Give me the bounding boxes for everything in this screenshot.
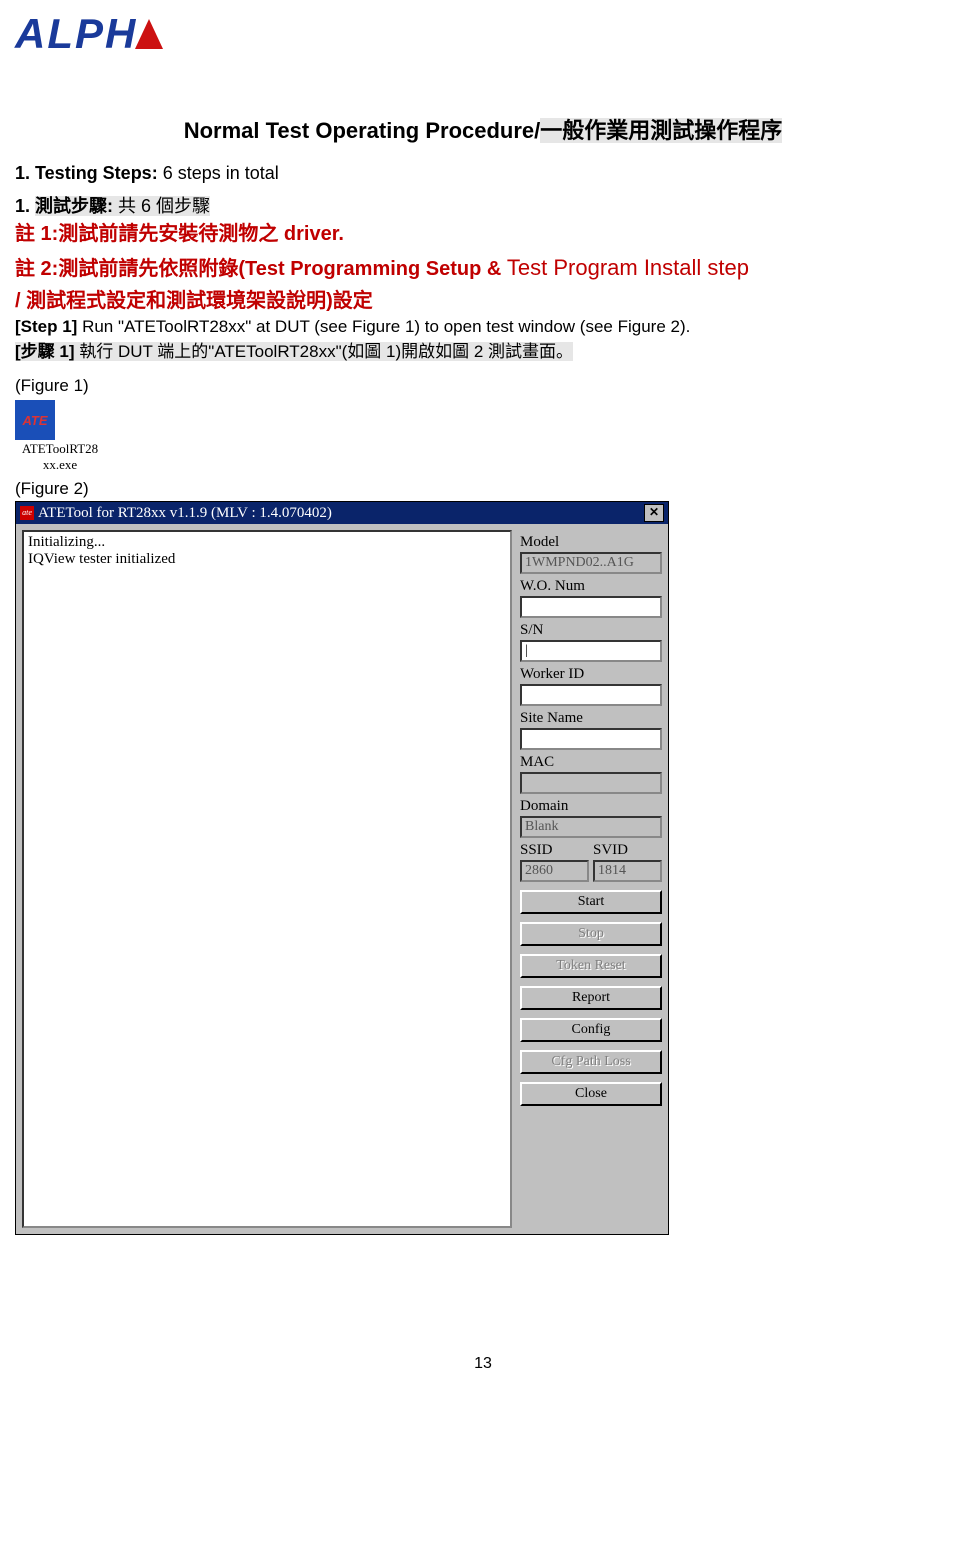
section-1-heading-en: 1. Testing Steps: 6 steps in total (15, 163, 951, 184)
figure-1-caption: (Figure 1) (15, 376, 951, 396)
close-button[interactable]: Close (520, 1082, 662, 1106)
model-label: Model (520, 534, 662, 551)
domain-input (520, 816, 662, 838)
sitename-input[interactable] (520, 728, 662, 750)
workerid-label: Worker ID (520, 666, 662, 683)
stop-button: Stop (520, 922, 662, 946)
form-sidebar: Model W.O. Num S/N Worker ID Site Name M… (520, 530, 662, 1228)
console-output: Initializing... IQView tester initialize… (22, 530, 512, 1228)
model-input (520, 552, 662, 574)
step-1-en: [Step 1] Run "ATEToolRT28xx" at DUT (see… (15, 317, 951, 337)
note-1: 註 1:測試前請先安裝待測物之 driver. (15, 218, 951, 250)
window-title: ATETool for RT28xx v1.1.9 (MLV : 1.4.070… (38, 505, 332, 522)
workerid-input[interactable] (520, 684, 662, 706)
brand-logo: ALPH (15, 10, 951, 58)
step-1-cn: [步驟 1] 執行 DUT 端上的"ATEToolRT28xx"(如圖 1)開啟… (15, 337, 951, 362)
report-button[interactable]: Report (520, 986, 662, 1010)
domain-label: Domain (520, 798, 662, 815)
ate-exe-label: ATEToolRT28 xx.exe (15, 441, 105, 473)
wonum-label: W.O. Num (520, 578, 662, 595)
sn-label: S/N (520, 622, 662, 639)
svid-label: SVID (593, 842, 662, 859)
cfg-path-loss-button: Cfg Path Loss (520, 1050, 662, 1074)
svid-input (593, 860, 662, 882)
window-close-button[interactable]: ✕ (644, 504, 664, 522)
sn-input[interactable] (520, 640, 662, 662)
page-title: Normal Test Operating Procedure/一般作業用測試操… (15, 113, 951, 145)
ate-exe-icon[interactable]: ATE (15, 400, 55, 440)
logo-triangle-icon (135, 19, 163, 49)
window-app-icon: ate (20, 506, 34, 520)
wonum-input[interactable] (520, 596, 662, 618)
section-1-heading-cn: 1. 測試步驟: 共 6 個步驟 (15, 192, 951, 218)
start-button[interactable]: Start (520, 890, 662, 914)
figure-2-caption: (Figure 2) (15, 479, 951, 499)
token-reset-button: Token Reset (520, 954, 662, 978)
note-2: 註 2:測試前請先依照附錄(Test Programming Setup & T… (15, 250, 951, 317)
page-number: 13 (15, 1355, 951, 1373)
ate-tool-window: ate ATETool for RT28xx v1.1.9 (MLV : 1.4… (15, 501, 669, 1235)
ssid-input (520, 860, 589, 882)
mac-input (520, 772, 662, 794)
sitename-label: Site Name (520, 710, 662, 727)
config-button[interactable]: Config (520, 1018, 662, 1042)
window-titlebar: ate ATETool for RT28xx v1.1.9 (MLV : 1.4… (16, 502, 668, 524)
mac-label: MAC (520, 754, 662, 771)
ssid-label: SSID (520, 842, 589, 859)
